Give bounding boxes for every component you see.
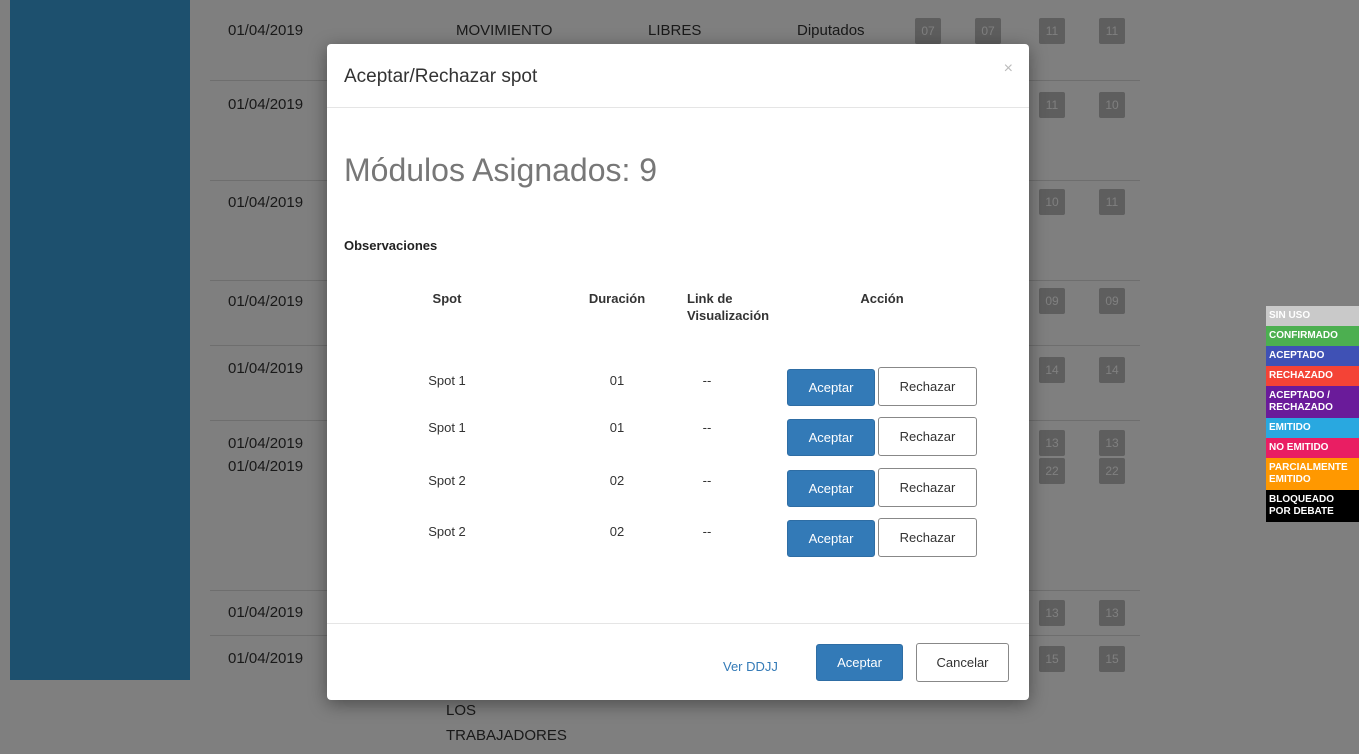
cell-link: -- bbox=[702, 524, 712, 539]
row-reject-button[interactable]: Rechazar bbox=[878, 367, 977, 406]
cell-duracion: 01 bbox=[609, 420, 625, 435]
col-header-duracion: Duración bbox=[588, 291, 646, 306]
legend-item-sin-uso: SIN USO bbox=[1266, 306, 1359, 326]
row-accept-button[interactable]: Aceptar bbox=[787, 369, 875, 406]
legend-item-aceptado-rechazado: ACEPTADO / RECHAZADO bbox=[1266, 386, 1359, 418]
ver-ddjj-link[interactable]: Ver DDJJ bbox=[723, 659, 778, 674]
accept-reject-modal: Aceptar/Rechazar spot × Módulos Asignado… bbox=[327, 44, 1029, 700]
cancel-button[interactable]: Cancelar bbox=[916, 643, 1009, 682]
legend-item-parcialmente-emitido: PARCIALMENTE EMITIDO bbox=[1266, 458, 1359, 490]
cell-spot: Spot 1 bbox=[428, 420, 466, 435]
row-reject-button[interactable]: Rechazar bbox=[878, 417, 977, 456]
cell-link: -- bbox=[702, 420, 712, 435]
modal-footer: Ver DDJJ Aceptar Cancelar bbox=[327, 623, 1029, 700]
row-reject-button[interactable]: Rechazar bbox=[878, 468, 977, 507]
legend-item-confirmado: CONFIRMADO bbox=[1266, 326, 1359, 346]
close-icon[interactable]: × bbox=[1004, 60, 1013, 78]
cell-spot: Spot 1 bbox=[428, 373, 466, 388]
legend-item-no-emitido: NO EMITIDO bbox=[1266, 438, 1359, 458]
row-accept-button[interactable]: Aceptar bbox=[787, 419, 875, 456]
cell-duracion: 02 bbox=[609, 524, 625, 539]
legend-item-rechazado: RECHAZADO bbox=[1266, 366, 1359, 386]
legend-item-aceptado: ACEPTADO bbox=[1266, 346, 1359, 366]
col-header-spot: Spot bbox=[432, 291, 462, 306]
col-header-accion: Acción bbox=[860, 291, 904, 306]
legend-item-bloqueado: BLOQUEADO POR DEBATE bbox=[1266, 490, 1359, 522]
observaciones-label: Observaciones bbox=[344, 238, 438, 253]
modal-header: Aceptar/Rechazar spot × bbox=[327, 44, 1029, 108]
cell-link: -- bbox=[702, 473, 712, 488]
legend-item-emitido: EMITIDO bbox=[1266, 418, 1359, 438]
row-reject-button[interactable]: Rechazar bbox=[878, 518, 977, 557]
cell-link: -- bbox=[702, 373, 712, 388]
cell-duracion: 01 bbox=[609, 373, 625, 388]
cell-spot: Spot 2 bbox=[428, 524, 466, 539]
cell-spot: Spot 2 bbox=[428, 473, 466, 488]
modulos-asignados: Módulos Asignados: 9 bbox=[344, 152, 658, 188]
status-legend: SIN USO CONFIRMADO ACEPTADO RECHAZADO AC… bbox=[1266, 306, 1359, 522]
col-header-link: Link de Visualización bbox=[687, 291, 770, 323]
accept-button[interactable]: Aceptar bbox=[816, 644, 903, 681]
modal-title: Aceptar/Rechazar spot bbox=[344, 66, 538, 87]
cell-duracion: 02 bbox=[609, 473, 625, 488]
row-accept-button[interactable]: Aceptar bbox=[787, 470, 875, 507]
row-accept-button[interactable]: Aceptar bbox=[787, 520, 875, 557]
